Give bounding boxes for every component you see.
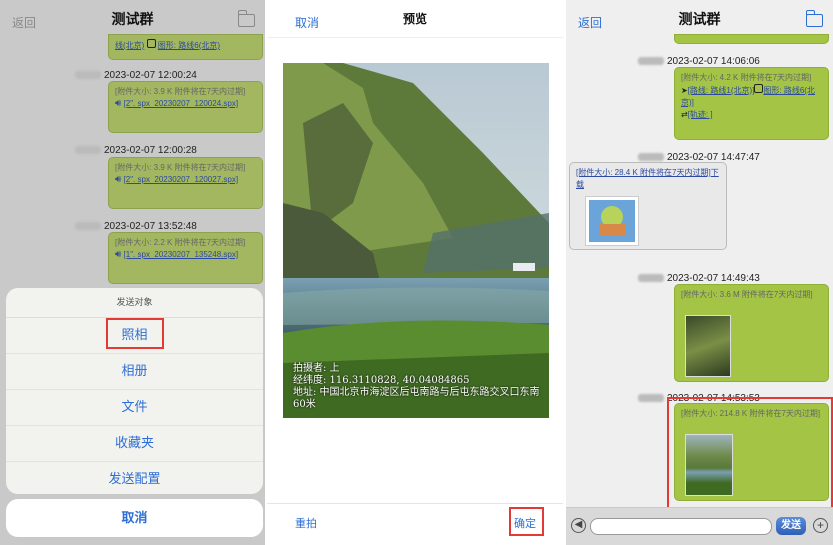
plant-photo-thumbnail[interactable]	[685, 315, 731, 377]
navigation-icon: ➤	[681, 86, 688, 95]
attachment-size-link[interactable]: [附件大小: 28.4 K 附件将在7天内过期]	[576, 168, 711, 177]
message-bubble[interactable]: [附件大小: 3.9 K 附件将在7天内过期] 🔊︎ [2". spx_2023…	[108, 157, 263, 209]
preview-title: 预览	[402, 12, 427, 26]
track-icon: ⇄	[681, 110, 688, 119]
nav-bar: 返回 测试群	[566, 0, 833, 38]
chat-after-send: 返回 测试群 2023-02-07 14:06:06 [附件大小: 4.2 K …	[566, 0, 833, 545]
attachment-meta: [附件大小: 2.2 K 附件将在7天内过期]	[115, 238, 246, 247]
chat-with-action-sheet: 返回 测试群 线(北京) 图形: 路线6(北京) 2023-02-07 12:0…	[0, 0, 265, 545]
voice-icon: 🔊︎	[115, 174, 122, 185]
highlight-box	[106, 318, 164, 349]
voice-file-link[interactable]: [2". spx_20230207_120027.spx]	[124, 175, 239, 184]
message-bubble[interactable]: [附件大小: 3.6 M 附件将在7天内过期]	[674, 284, 829, 382]
voice-icon: 🔊︎	[115, 98, 122, 109]
folder-icon[interactable]	[805, 10, 823, 27]
attachment-meta: [附件大小: 3.9 K 附件将在7天内过期]	[115, 87, 246, 96]
sheet-title: 发送对象	[6, 288, 263, 318]
add-icon[interactable]: +	[813, 518, 828, 533]
photo-preview: 取消 预览 拍摄者: 上 经纬度: 116.3110828, 40.040848…	[267, 0, 563, 545]
message-timestamp: 2023-02-07 12:00:28	[75, 145, 197, 156]
sheet-cancel-button[interactable]: 取消	[6, 499, 263, 537]
chat-title: 测试群	[111, 11, 154, 27]
cancel-button[interactable]: 取消	[295, 14, 319, 31]
highlight-box	[509, 507, 544, 536]
route-link[interactable]: [路线: 路线1(北京)]	[688, 86, 755, 95]
message-timestamp: 2023-02-07 13:52:48	[75, 221, 197, 232]
message-input[interactable]	[590, 518, 772, 535]
captured-photo: 拍摄者: 上 经纬度: 116.3110828, 40.04084865 地址:…	[283, 63, 549, 418]
option-file[interactable]: 文件	[6, 390, 263, 426]
back-button[interactable]: 返回	[578, 14, 602, 31]
message-timestamp: 2023-02-07 12:00:24	[75, 70, 197, 81]
route-link[interactable]: 线(北京)	[115, 41, 144, 50]
attachment-meta: [附件大小: 4.2 K 附件将在7天内过期]	[681, 73, 812, 82]
nav-bar: 取消 预览	[267, 0, 563, 38]
back-button[interactable]: 返回	[12, 14, 36, 31]
track-link[interactable]: [轨迹: ]	[688, 110, 713, 119]
option-favorites[interactable]: 收藏夹	[6, 426, 263, 462]
bottom-toolbar: 重拍 确定	[267, 503, 563, 545]
option-album[interactable]: 相册	[6, 354, 263, 390]
message-bubble[interactable]: [附件大小: 3.9 K 附件将在7天内过期] 🔊︎ [2". spx_2023…	[108, 81, 263, 133]
image-thumbnail[interactable]	[586, 197, 638, 245]
attachment-meta: [附件大小: 3.9 K 附件将在7天内过期]	[115, 163, 246, 172]
retake-button[interactable]: 重拍	[295, 515, 317, 531]
photo-watermark: 拍摄者: 上 经纬度: 116.3110828, 40.04084865 地址:…	[293, 363, 540, 410]
option-send-config[interactable]: 发送配置	[6, 462, 263, 494]
input-bar: ◀ 发送 +	[566, 507, 833, 545]
highlight-box	[667, 397, 833, 509]
voice-icon: 🔊︎	[115, 249, 122, 260]
message-timestamp: 2023-02-07 14:06:06	[638, 56, 760, 67]
nav-bar: 返回 测试群	[0, 0, 265, 38]
message-bubble[interactable]	[674, 34, 829, 44]
send-button[interactable]: 发送	[776, 517, 806, 535]
chat-title: 测试群	[678, 11, 721, 27]
folder-icon[interactable]	[237, 10, 255, 27]
incoming-message-bubble[interactable]: [附件大小: 28.4 K 附件将在7天内过期]下载	[569, 162, 727, 250]
message-bubble[interactable]: [附件大小: 2.2 K 附件将在7天内过期] 🔊︎ [1". spx_2023…	[108, 232, 263, 284]
voice-file-link[interactable]: [2". spx_20230207_120024.spx]	[124, 99, 239, 108]
message-bubble[interactable]: 线(北京) 图形: 路线6(北京)	[108, 34, 263, 60]
shape-link[interactable]: 图形: 路线6(北京)	[158, 41, 220, 50]
shape-icon	[146, 39, 156, 48]
voice-file-link[interactable]: [1". spx_20230207_135248.spx]	[124, 250, 239, 259]
message-bubble[interactable]: [附件大小: 4.2 K 附件将在7天内过期] ➤[路线: 路线1(北京)] 图形…	[674, 67, 829, 140]
voice-toggle-icon[interactable]: ◀	[571, 518, 586, 533]
attachment-meta: [附件大小: 3.6 M 附件将在7天内过期]	[681, 290, 813, 299]
message-timestamp: 2023-02-07 14:49:43	[638, 273, 760, 284]
